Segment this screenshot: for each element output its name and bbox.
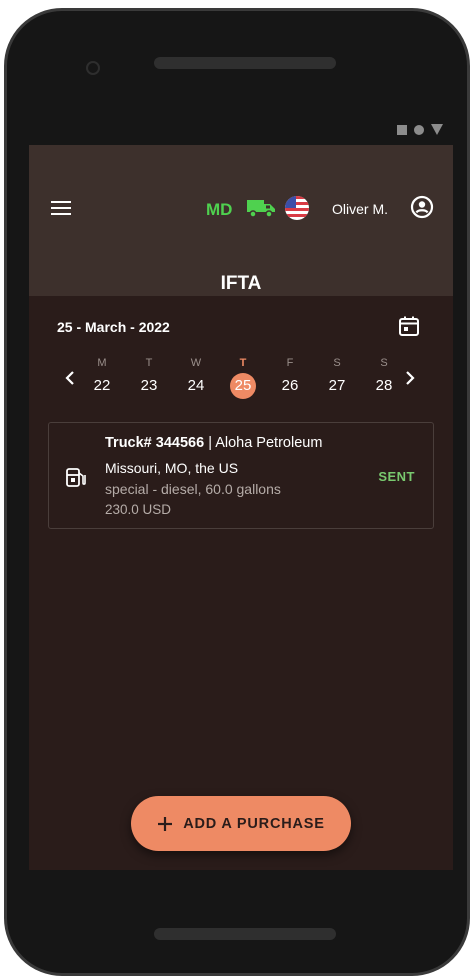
purchase-title: Truck# 344566 | Aloha Petroleum — [105, 435, 322, 451]
purchase-price: 230.0 USD — [105, 502, 172, 517]
day-wednesday[interactable]: W 24 — [181, 356, 211, 399]
truck-icon — [247, 200, 275, 218]
day-letter: S — [333, 357, 341, 369]
status-badge: SENT — [378, 469, 415, 484]
day-tuesday[interactable]: T 23 — [134, 356, 164, 399]
day-number: 24 — [187, 377, 205, 394]
day-number: 28 — [375, 377, 393, 394]
earpiece-speaker — [154, 57, 336, 69]
purchase-card[interactable]: Truck# 344566 | Aloha Petroleum Missouri… — [48, 422, 434, 529]
day-friday[interactable]: F 26 — [275, 356, 305, 399]
bottom-speaker — [154, 928, 336, 940]
day-number: 26 — [281, 377, 299, 394]
recent-apps-icon — [397, 124, 407, 135]
selected-date-label: 25 - March - 2022 — [57, 319, 170, 335]
day-letter: T — [145, 357, 153, 369]
day-letter: S — [380, 357, 388, 369]
menu-icon[interactable] — [51, 201, 71, 215]
page-title: IFTA — [220, 273, 262, 294]
fuel-pump-icon — [66, 468, 86, 487]
day-number: 22 — [93, 377, 111, 394]
purchase-fuel: special - diesel, 60.0 gallons — [105, 481, 281, 497]
add-purchase-label: ADD A PURCHASE — [183, 815, 325, 832]
day-number: 25 — [230, 373, 256, 399]
week-strip: M 22 T 23 W 24 T 25 F 26 S 27 S 28 — [87, 356, 392, 406]
day-number: 27 — [328, 377, 346, 394]
day-thursday-selected[interactable]: T 25 — [228, 356, 258, 399]
day-letter: T — [239, 357, 247, 369]
home-icon — [414, 124, 424, 135]
day-monday[interactable]: M 22 — [87, 356, 117, 399]
plus-icon — [158, 816, 173, 831]
state-code-label: MD — [206, 200, 233, 219]
day-saturday[interactable]: S 27 — [322, 356, 352, 399]
status-bar — [29, 116, 453, 145]
day-number: 23 — [140, 377, 158, 394]
user-name: Oliver M. — [332, 201, 388, 217]
app-screen: MD Oliver M. IFTA 25 - March - 2022 M 22… — [29, 116, 453, 870]
calendar-icon[interactable] — [398, 315, 420, 337]
account-circle-icon[interactable] — [410, 195, 434, 219]
chevron-right-icon[interactable] — [404, 371, 416, 385]
day-letter: F — [286, 357, 294, 369]
us-flag-icon — [285, 196, 309, 220]
app-bar: MD Oliver M. IFTA — [29, 145, 453, 296]
day-letter: M — [97, 357, 107, 369]
chevron-left-icon[interactable] — [64, 371, 76, 385]
back-icon — [431, 124, 443, 135]
day-sunday[interactable]: S 28 — [369, 356, 399, 399]
truck-number: Truck# 344566 — [105, 435, 205, 451]
add-purchase-button[interactable]: ADD A PURCHASE — [131, 796, 351, 851]
camera — [86, 61, 100, 75]
purchase-location: Missouri, MO, the US — [105, 460, 239, 476]
vendor-name: | Aloha Petroleum — [204, 435, 323, 451]
day-letter: W — [190, 357, 202, 369]
